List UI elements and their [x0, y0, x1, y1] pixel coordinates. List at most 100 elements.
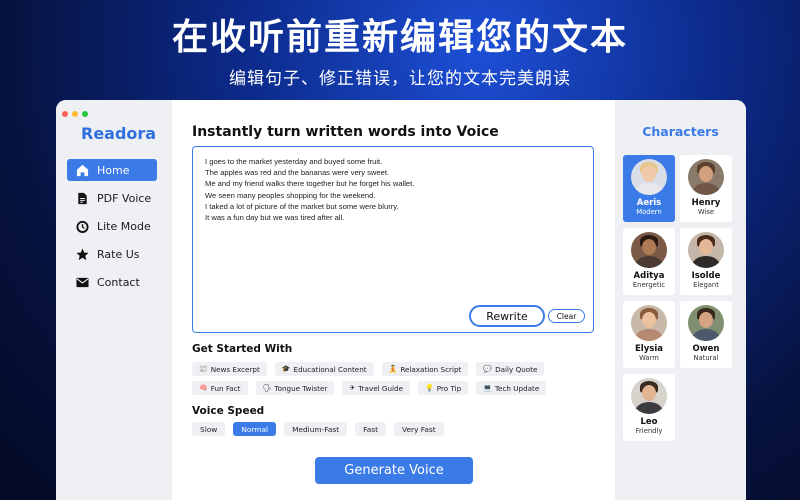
window-controls [62, 111, 88, 117]
lightbulb-icon: 💡 [425, 384, 434, 392]
character-name: Elysia [635, 344, 663, 354]
app-window: Readora Home PDF Voice Lite Mode Rate Us… [56, 100, 746, 500]
character-desc: Modern [636, 208, 662, 216]
speech-bubble-icon: 💬 [483, 365, 493, 373]
avatar [688, 159, 724, 195]
timer-icon [75, 219, 89, 233]
avatar [631, 378, 667, 414]
sidebar-nav: Home PDF Voice Lite Mode Rate Us Contact [67, 159, 157, 299]
character-desc: Warm [639, 354, 659, 362]
chip-row: 📰 News Excerpt 🎓 Educational Content 🧘 Rela… [192, 362, 602, 376]
chip-label: Tech Update [494, 383, 540, 393]
chip-fun-fact[interactable]: 🧠 Fun Fact [192, 381, 248, 395]
close-window-button[interactable] [62, 111, 68, 117]
generate-voice-button[interactable]: Generate Voice [315, 457, 473, 484]
meditation-icon: 🧘 [388, 365, 398, 373]
sidebar-item-label: Home [97, 163, 130, 177]
speed-option-medium-fast[interactable]: Medium-Fast [284, 422, 348, 436]
speed-option-slow[interactable]: Slow [192, 422, 226, 436]
characters-panel: Characters Aeris Modern Henry Wise Adity… [615, 100, 746, 500]
chip-label: Relaxation Script [400, 364, 462, 374]
avatar [688, 232, 724, 268]
main-panel: Instantly turn written words into Voice … [172, 100, 615, 500]
app-logo: Readora [81, 124, 157, 143]
chip-travel-guide[interactable]: ✈ Travel Guide [342, 381, 411, 395]
chip-label: Daily Quote [495, 364, 538, 374]
sidebar-item-label: Contact [97, 275, 140, 289]
character-card-owen[interactable]: Owen Natural [680, 301, 732, 368]
character-name: Henry [691, 198, 721, 208]
character-desc: Energetic [632, 281, 666, 289]
chip-label: Fun Fact [210, 383, 241, 393]
chip-tongue-twister[interactable]: 🗣 Tongue Twister [255, 381, 335, 395]
chip-label: Pro Tip [436, 383, 462, 393]
chip-label: Travel Guide [358, 383, 404, 393]
chip-label: Tongue Twister [274, 383, 328, 393]
brain-icon: 🧠 [199, 384, 208, 392]
maximize-window-button[interactable] [82, 111, 88, 117]
speed-option-fast[interactable]: Fast [355, 422, 386, 436]
character-desc: Wise [697, 208, 715, 216]
minimize-window-button[interactable] [72, 111, 78, 117]
character-card-leo[interactable]: Leo Friendly [623, 374, 675, 441]
document-icon [75, 191, 89, 205]
character-name: Isolde [691, 271, 721, 281]
character-name: Aditya [633, 271, 665, 281]
chip-label: News Excerpt [210, 364, 260, 374]
character-desc: Friendly [635, 427, 663, 435]
character-card-aditya[interactable]: Aditya Energetic [623, 228, 675, 295]
character-name: Owen [692, 344, 720, 354]
character-desc: Elegant [693, 281, 719, 289]
mail-icon [75, 275, 89, 289]
sidebar-item-contact[interactable]: Contact [67, 271, 157, 293]
chip-pro-tip[interactable]: 💡 Pro Tip [418, 381, 469, 395]
chip-news-excerpt[interactable]: 📰 News Excerpt [192, 362, 267, 376]
avatar [631, 232, 667, 268]
text-editor[interactable]: I goes to the market yesterday and buyed… [192, 146, 594, 333]
editor-text[interactable]: I goes to the market yesterday and buyed… [205, 156, 414, 223]
promo-title: 在收听前重新编辑您的文本 [171, 17, 628, 58]
character-card-aeris[interactable]: Aeris Modern [623, 155, 675, 222]
sidebar-item-rate-us[interactable]: Rate Us [67, 243, 157, 265]
promo-subtitle: 编辑句子、修正错误，让您的文本完美朗读 [229, 69, 571, 89]
laptop-icon: 💻 [483, 384, 492, 392]
avatar [631, 159, 667, 195]
home-icon [75, 163, 89, 177]
sidebar: Readora Home PDF Voice Lite Mode Rate Us… [56, 100, 172, 500]
speaking-head-icon: 🗣 [262, 384, 272, 392]
chip-daily-quote[interactable]: 💬 Daily Quote [476, 362, 545, 376]
sidebar-item-lite-mode[interactable]: Lite Mode [67, 215, 157, 237]
characters-heading: Characters [642, 124, 719, 139]
sidebar-item-label: PDF Voice [97, 191, 152, 205]
chip-educational-content[interactable]: 🎓 Educational Content [274, 362, 374, 376]
get-started-heading: Get Started With [192, 343, 293, 355]
template-chips: 📰 News Excerpt 🎓 Educational Content 🧘 Rela… [192, 362, 602, 400]
clear-button[interactable]: Clear [548, 309, 585, 323]
character-desc: Natural [693, 354, 719, 362]
character-card-isolde[interactable]: Isolde Elegant [680, 228, 732, 295]
chip-row: 🧠 Fun Fact 🗣 Tongue Twister ✈ Travel Guide … [192, 381, 602, 395]
rewrite-button[interactable]: Rewrite [469, 305, 545, 327]
voice-speed-heading: Voice Speed [192, 405, 265, 417]
chip-label: Educational Content [293, 364, 367, 374]
character-card-elysia[interactable]: Elysia Warm [623, 301, 675, 368]
chip-relaxation-script[interactable]: 🧘 Relaxation Script [381, 362, 469, 376]
character-name: Aeris [636, 198, 662, 208]
character-name: Leo [640, 417, 658, 427]
sidebar-item-pdf-voice[interactable]: PDF Voice [67, 187, 157, 209]
chip-tech-update[interactable]: 💻 Tech Update [476, 381, 547, 395]
star-icon [75, 247, 89, 261]
airplane-icon: ✈ [349, 384, 356, 392]
sidebar-item-label: Rate Us [97, 247, 140, 261]
speed-option-normal[interactable]: Normal [233, 422, 277, 436]
page-title: Instantly turn written words into Voice [192, 124, 499, 140]
character-card-henry[interactable]: Henry Wise [680, 155, 732, 222]
voice-speed-selector: Slow Normal Medium-Fast Fast Very Fast [192, 422, 444, 436]
avatar [688, 305, 724, 341]
sidebar-item-label: Lite Mode [97, 219, 151, 233]
avatar [631, 305, 667, 341]
graduation-cap-icon: 🎓 [281, 365, 291, 373]
newspaper-icon: 📰 [199, 365, 208, 373]
speed-option-very-fast[interactable]: Very Fast [394, 422, 444, 436]
sidebar-item-home[interactable]: Home [67, 159, 157, 181]
